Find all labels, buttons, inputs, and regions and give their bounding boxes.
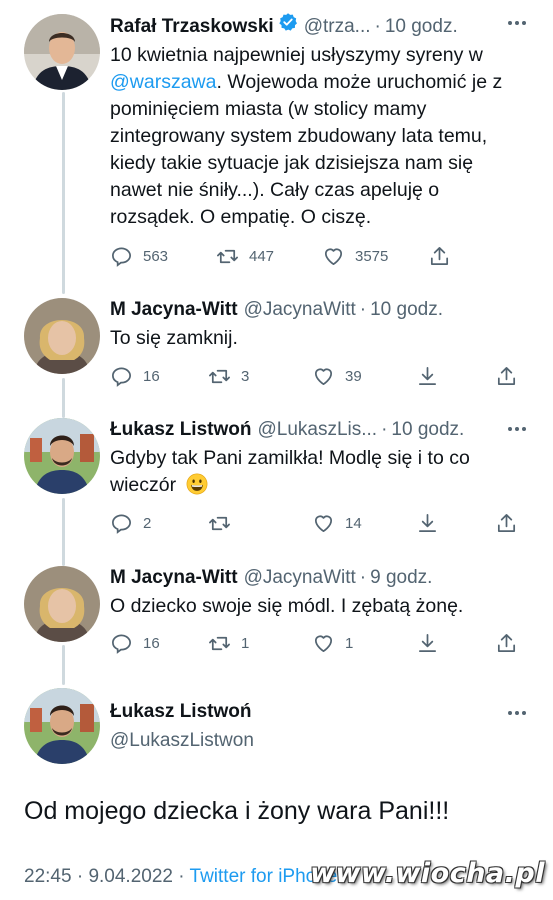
- avatar[interactable]: [24, 566, 100, 642]
- tweet-header: Łukasz Listwoń @LukaszLis... · 10 godz.: [110, 418, 465, 442]
- tweet-actions: 16 1 1: [110, 630, 530, 656]
- tweet-text: Od mojego dziecka i żony wara Pani!!!: [24, 797, 450, 825]
- share-button[interactable]: [495, 510, 528, 536]
- watermark: www.wiocha.pl: [310, 858, 545, 889]
- author-name[interactable]: Łukasz Listwoń: [110, 418, 251, 442]
- retweet-icon: [217, 249, 238, 263]
- reply-icon: [112, 513, 131, 534]
- retweet-button[interactable]: 447: [216, 243, 274, 269]
- tweet-text: 10 kwietnia najpewniej usłyszymy syreny …: [110, 44, 503, 228]
- download-icon: [418, 366, 437, 385]
- download-icon: [418, 633, 437, 652]
- tweet-time[interactable]: 10 godz.: [391, 418, 464, 442]
- author-handle[interactable]: @JacynaWitt: [244, 298, 356, 322]
- like-button[interactable]: 1: [312, 630, 353, 656]
- like-button[interactable]: 3575: [322, 243, 388, 269]
- share-button[interactable]: [495, 630, 528, 656]
- like-icon: [314, 368, 333, 385]
- retweet-icon: [209, 369, 230, 383]
- share-button[interactable]: [495, 363, 528, 389]
- thread-line: [62, 498, 65, 566]
- tweet-text: To się zamknij.: [110, 327, 238, 349]
- reply-button[interactable]: 16: [110, 363, 160, 389]
- like-icon: [324, 248, 343, 265]
- tweet-time[interactable]: 9 godz.: [370, 566, 432, 590]
- avatar[interactable]: [24, 688, 100, 764]
- more-icon[interactable]: [505, 704, 529, 722]
- avatar[interactable]: [24, 418, 100, 494]
- avatar[interactable]: [24, 14, 100, 90]
- like-icon: [314, 515, 333, 532]
- tweet-time[interactable]: 10 godz.: [370, 298, 443, 322]
- author-name[interactable]: M Jacyna-Witt: [110, 566, 238, 590]
- reply-icon: [112, 633, 131, 654]
- author-handle[interactable]: @LukaszLis...: [257, 418, 377, 442]
- tweet-actions: 16 3 39: [110, 363, 530, 389]
- like-button[interactable]: 39: [312, 363, 362, 389]
- share-button[interactable]: [428, 243, 461, 269]
- retweet-button[interactable]: 1: [208, 630, 249, 656]
- thread-line: [62, 645, 65, 685]
- tweet-time[interactable]: 22:45: [24, 866, 72, 887]
- retweet-icon: [209, 636, 230, 650]
- like-icon: [314, 635, 333, 652]
- share-icon: [497, 366, 516, 385]
- tweet-actions: 2 14: [110, 510, 530, 536]
- reply-button[interactable]: 16: [110, 630, 160, 656]
- author-name[interactable]: Łukasz Listwoń: [110, 700, 254, 724]
- like-button[interactable]: 14: [312, 510, 362, 536]
- thread-line: [62, 378, 65, 418]
- more-icon[interactable]: [505, 14, 529, 32]
- author-name[interactable]: M Jacyna-Witt: [110, 298, 238, 322]
- reply-icon: [112, 246, 131, 267]
- verified-icon: [279, 13, 297, 31]
- share-icon: [430, 246, 449, 265]
- tweet-header: Rafał Trzaskowski @trza... · 10 godz.: [110, 12, 529, 39]
- reply-icon: [112, 366, 131, 387]
- download-button[interactable]: [416, 630, 449, 656]
- author-name[interactable]: Rafał Trzaskowski: [110, 15, 274, 39]
- download-button[interactable]: [416, 510, 449, 536]
- download-icon: [418, 513, 437, 532]
- tweet-header: M Jacyna-Witt @JacynaWitt · 10 godz.: [110, 298, 444, 322]
- tweet-header: M Jacyna-Witt @JacynaWitt · 9 godz.: [110, 566, 433, 590]
- share-icon: [497, 633, 516, 652]
- tweet-date[interactable]: 9.04.2022: [88, 866, 173, 887]
- reply-button[interactable]: 2: [110, 510, 151, 536]
- author-handle[interactable]: @JacynaWitt: [244, 566, 356, 590]
- reply-button[interactable]: 563: [110, 243, 168, 269]
- tweet-text: Gdyby tak Pani zamilkła! Modlę się i to …: [110, 447, 470, 496]
- retweet-icon: [209, 516, 230, 530]
- share-icon: [497, 513, 516, 532]
- download-button[interactable]: [416, 363, 449, 389]
- tweet-meta: 22:45 · 9.04.2022 · Twitter for iPhone: [24, 866, 338, 887]
- tweet-actions: 563 447 3575: [110, 243, 530, 269]
- more-icon[interactable]: [505, 420, 529, 438]
- author-handle[interactable]: @LukaszListwon: [110, 728, 254, 754]
- thread-line: [62, 92, 65, 294]
- tweet-time[interactable]: 10 godz.: [385, 15, 458, 39]
- grinning-face-emoji: [186, 473, 207, 495]
- tweet-text: O dziecko swoje się módl. I zębatą żonę.: [110, 595, 464, 617]
- author-handle[interactable]: @trza...: [304, 15, 371, 39]
- avatar[interactable]: [24, 298, 100, 374]
- retweet-button[interactable]: [208, 510, 241, 536]
- mention-link[interactable]: @warszawa: [110, 71, 217, 93]
- retweet-button[interactable]: 3: [208, 363, 249, 389]
